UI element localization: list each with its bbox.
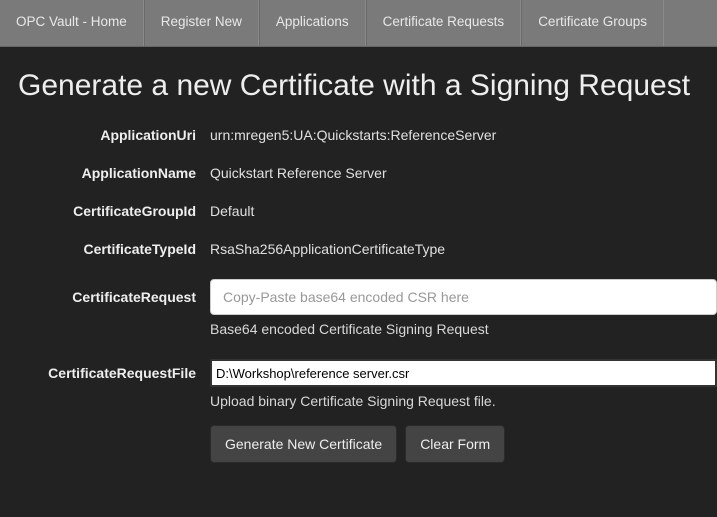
certificate-request-file-input[interactable] (210, 359, 717, 387)
nav-applications[interactable]: Applications (259, 0, 366, 46)
nav-home[interactable]: OPC Vault - Home (0, 0, 144, 46)
label-certificate-request-file: CertificateRequestFile (0, 359, 210, 381)
help-certificate-request: Base64 encoded Certificate Signing Reque… (210, 321, 717, 337)
nav-certificate-requests[interactable]: Certificate Requests (366, 0, 522, 46)
label-certificate-request: CertificateRequest (0, 279, 210, 305)
value-application-name: Quickstart Reference Server (210, 159, 717, 181)
label-certificate-type-id: CertificateTypeId (0, 235, 210, 257)
form: ApplicationUri urn:mregen5:UA:Quickstart… (0, 121, 717, 463)
certificate-request-input[interactable] (210, 279, 717, 315)
navbar: OPC Vault - Home Register New Applicatio… (0, 0, 717, 47)
help-certificate-request-file: Upload binary Certificate Signing Reques… (210, 393, 717, 409)
value-application-uri: urn:mregen5:UA:Quickstarts:ReferenceServ… (210, 121, 717, 143)
clear-form-button[interactable]: Clear Form (405, 425, 505, 463)
generate-new-certificate-button[interactable]: Generate New Certificate (210, 425, 397, 463)
value-certificate-type-id: RsaSha256ApplicationCertificateType (210, 235, 717, 257)
label-application-name: ApplicationName (0, 159, 210, 181)
page-title: Generate a new Certificate with a Signin… (0, 47, 717, 121)
nav-register-new[interactable]: Register New (144, 0, 259, 46)
label-application-uri: ApplicationUri (0, 121, 210, 143)
value-certificate-group-id: Default (210, 197, 717, 219)
nav-certificate-groups[interactable]: Certificate Groups (521, 0, 664, 46)
label-certificate-group-id: CertificateGroupId (0, 197, 210, 219)
